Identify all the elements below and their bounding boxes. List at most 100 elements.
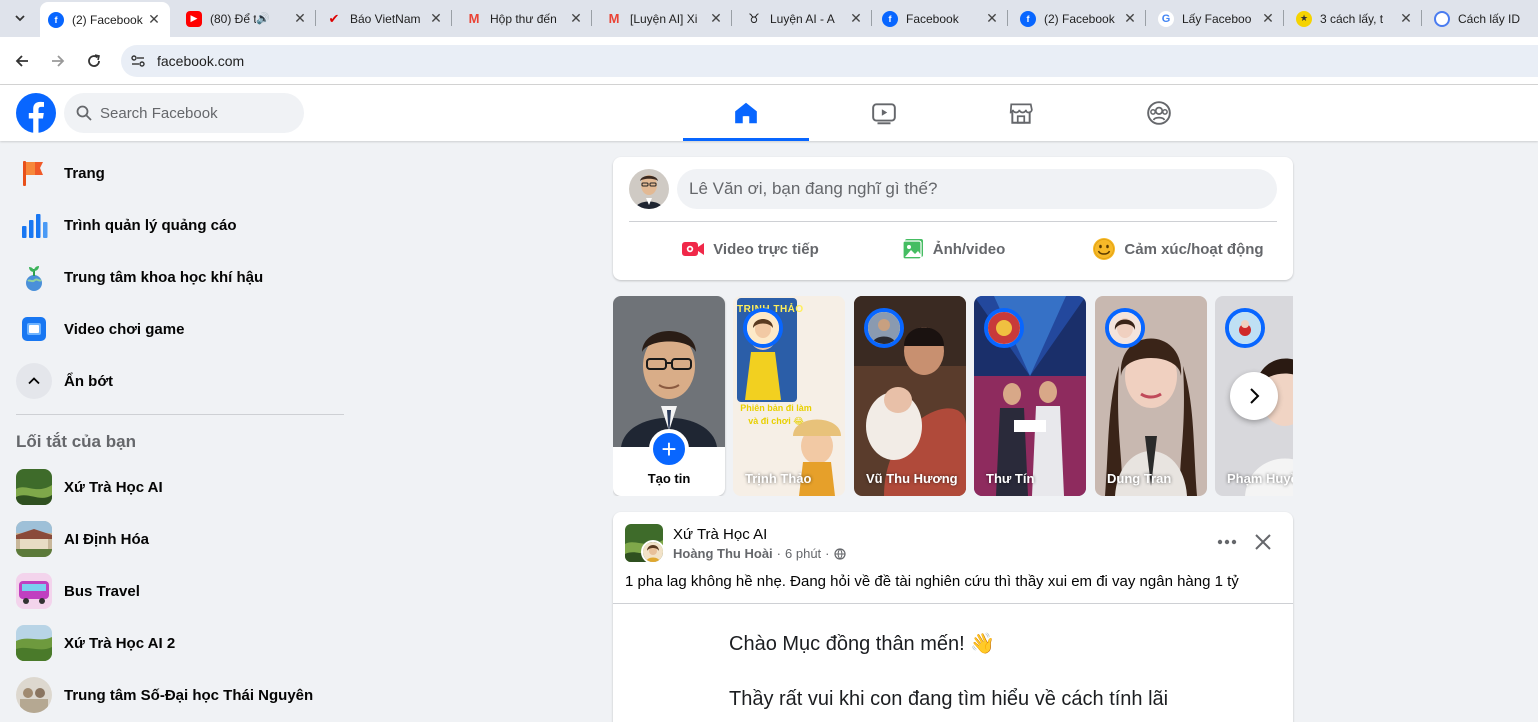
browser-tab[interactable]: M [Luyện AI] Xi ✕ [598,0,732,37]
tab-search-dropdown-button[interactable] [7,6,33,30]
tab-title: (80) Để t [210,11,257,26]
nav-tab-marketplace[interactable] [958,85,1084,141]
post-meta: Hoàng Thu Hoài · 6 phút · [673,546,846,561]
story-card[interactable]: Vũ Thu Hương [854,296,966,496]
story-card[interactable]: Dung Tran [1095,296,1207,496]
nav-tab-video[interactable] [821,85,947,141]
browser-tab[interactable]: M Hộp thư đến ✕ [458,0,592,37]
sidebar-item-gaming-video[interactable]: Video chơi game [8,303,352,355]
browser-tab[interactable]: ★ 3 cách lấy, t ✕ [1288,0,1422,37]
post-image-text: Thầy rất vui khi con đang tìm hiểu về cá… [729,688,1169,710]
arrow-left-icon [15,55,28,67]
shortcut-item[interactable]: Trung tâm Số-Đại học Thái Nguyên [8,669,352,721]
tab-close-icon[interactable]: ✕ [1122,10,1138,27]
tab-title: Cách lấy ID [1458,11,1521,26]
site-info-icon[interactable] [129,52,147,70]
story-name: Vũ Thu Hương [866,471,958,486]
browser-tab[interactable]: f Facebook ✕ [874,0,1008,37]
sidebar-item-ads-manager[interactable]: Trình quản lý quảng cáo [8,199,352,251]
tab-close-icon[interactable]: ✕ [848,10,864,27]
browser-tab-active[interactable]: f (2) Facebook ✕ [40,2,170,37]
shortcut-item[interactable]: Xứ Trà Học AI 2 [8,617,352,669]
tab-close-icon[interactable]: ✕ [708,10,724,27]
story-overlay-caption: Phiên bản đi làm và đi chơi 😂 [740,403,812,426]
reload-button[interactable] [82,49,106,73]
sidebar-item-label: Trung tâm khoa học khí hậu [64,268,264,286]
gmail-icon: M [468,11,480,26]
sidebar-item-pages[interactable]: Trang [8,147,352,199]
marketplace-icon [1009,103,1033,124]
post-text: 1 pha lag không hề nhẹ. Đang hỏi về đề t… [625,573,1239,590]
composer-input[interactable] [677,169,1277,209]
post-hide-button[interactable] [1249,528,1277,556]
gmail-icon: M [608,11,620,26]
tab-close-icon[interactable]: ✕ [292,10,308,27]
feeling-activity-button[interactable]: Cảm xúc/hoạt động [1073,229,1283,269]
left-sidebar: Trang Trình quản lý quảng cáo Trung tâm … [0,141,360,722]
tab-close-icon[interactable]: ✕ [428,10,444,27]
browser-tab[interactable]: ▶ (80) Để t 🔊 ✕ [178,0,316,37]
url-text[interactable]: facebook.com [157,53,244,69]
story-avatar [864,308,904,348]
live-video-button[interactable]: Video trực tiếp [645,229,855,269]
story-avatar [1105,308,1145,348]
google-icon: G [1158,10,1174,27]
stories-next-button[interactable] [1230,372,1278,420]
author-avatar[interactable] [641,540,665,564]
nav-tab-home[interactable] [683,85,809,141]
shortcut-item[interactable]: AI Định Hóa [8,513,352,565]
story-avatar [743,308,783,348]
forward-button[interactable] [46,49,70,73]
tab-title: 3 cách lấy, t [1320,11,1384,26]
tab-close-icon[interactable]: ✕ [1260,10,1276,27]
post-author[interactable]: Hoàng Thu Hoài [673,546,773,561]
tab-close-icon[interactable]: ✕ [1398,10,1414,27]
more-icon [1217,539,1237,545]
back-button[interactable] [10,49,34,73]
sidebar-item-label: Video chơi game [64,320,185,338]
sidebar-item-climate-center[interactable]: Trung tâm khoa học khí hậu [8,251,352,303]
browser-tab[interactable]: ♉ Luyện AI - A ✕ [738,0,872,37]
site-icon [1434,10,1450,27]
browser-tab[interactable]: f (2) Facebook ✕ [1012,0,1146,37]
facebook-icon: f [882,10,898,27]
story-name: Dung Tran [1107,471,1172,486]
browser-tab[interactable]: Cách lấy ID [1426,0,1538,37]
sidebar-divider [16,414,344,415]
browser-tab[interactable]: ✔ Báo VietNam ✕ [318,0,452,37]
photo-icon [901,237,925,261]
story-card[interactable]: TRỊNH THẢO Phiên bản đi làm và đi chơi 😂… [733,296,845,496]
tab-close-icon[interactable]: ✕ [568,10,584,27]
meta-separator: · [825,546,830,561]
tab-close-icon[interactable]: ✕ [984,10,1000,27]
post-image-text: Chào Mục đồng thân mến! 👋 [729,633,996,655]
photo-video-button[interactable]: Ảnh/video [848,229,1058,269]
shortcut-label: Xứ Trà Học AI 2 [64,634,176,652]
group-avatar [16,469,52,505]
post-time[interactable]: 6 phút [785,546,821,561]
shortcut-item[interactable]: Bus Travel [8,565,352,617]
sidebar-item-label: Trang [64,164,105,182]
tab-title: Lấy Faceboo [1182,11,1252,26]
arrow-right-icon [52,55,65,67]
search-input[interactable] [100,93,296,133]
address-bar[interactable]: facebook.com [121,45,1538,77]
browser-tab[interactable]: G Lấy Faceboo ✕ [1150,0,1284,37]
profile-photo [613,296,725,447]
live-video-icon [681,237,705,261]
facebook-logo-icon[interactable] [16,93,56,133]
post-group-name[interactable]: Xứ Trà Học AI [673,526,767,543]
tab-title: [Luyện AI] Xi [630,11,698,26]
create-story-card[interactable]: + Tạo tin [613,296,725,496]
sidebar-item-see-less[interactable]: Ẩn bớt [8,355,352,407]
tab-close-icon[interactable]: ✕ [146,11,162,28]
avatar[interactable] [629,169,669,209]
facebook-search[interactable] [64,93,304,133]
shortcut-item[interactable]: Xứ Trà Học AI [8,461,352,513]
sidebar-item-label: Ẩn bớt [64,372,113,390]
tab-title: (2) Facebook [72,12,143,27]
post-options-button[interactable] [1213,530,1241,554]
nav-tab-groups[interactable] [1096,85,1222,141]
facebook-top-bar [0,85,1538,141]
story-card[interactable]: Thư Tín [974,296,1086,496]
